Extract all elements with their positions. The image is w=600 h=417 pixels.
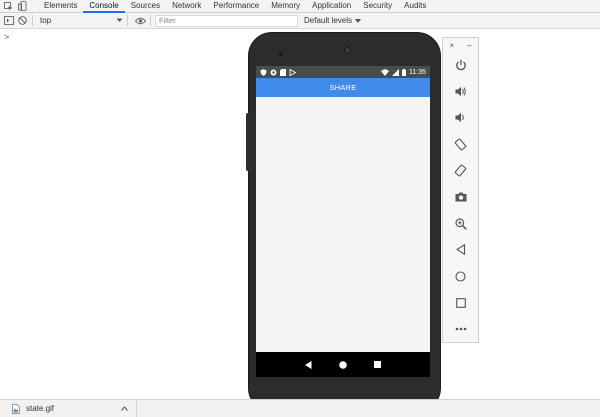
console-prompt[interactable]: > [4,32,9,42]
device-screen[interactable]: 11:35 SHARE [256,66,430,376]
chevron-down-icon [116,18,123,22]
share-label: SHARE [329,83,357,92]
tab-console[interactable]: Console [83,0,125,13]
tab-audits[interactable]: Audits [398,0,432,13]
tab-sources[interactable]: Sources [125,0,166,13]
tab-memory[interactable]: Memory [265,0,306,13]
rotate-right-icon [454,164,467,177]
emulator-control-panel: × – [442,37,479,343]
front-speaker [344,47,351,54]
play-icon [289,68,296,76]
volume-up-button[interactable] [443,78,478,104]
front-camera [279,52,283,56]
status-time: 11:35 [409,68,426,76]
tab-network[interactable]: Network [166,0,207,13]
context-selector[interactable]: top [37,16,123,25]
chevron-up-icon[interactable] [121,406,128,411]
rotate-right-button[interactable] [443,158,478,184]
volume-down-button[interactable] [443,105,478,131]
more-button[interactable] [443,316,478,342]
overview-icon [455,297,466,308]
minimize-icon[interactable]: – [467,41,471,50]
overview-button[interactable] [443,290,478,316]
share-button[interactable]: SHARE [256,78,430,97]
android-status-bar: 11:35 [256,66,430,78]
downloads-shelf: state.gif [0,399,600,417]
battery-icon [402,68,406,76]
file-icon [12,403,20,414]
signal-icon [392,68,399,76]
volume-down-icon [455,113,464,123]
levels-label: Default levels [304,16,353,25]
back-icon [455,244,465,256]
chevron-down-icon [355,18,362,23]
nav-overview-icon[interactable] [374,361,382,368]
log-levels-dropdown[interactable]: Default levels [304,16,362,25]
android-nav-bar [256,352,430,377]
home-button[interactable] [443,263,478,289]
sidebar-toggle-icon[interactable] [3,15,14,26]
clear-console-icon[interactable] [17,15,28,26]
console-toolbar: top Filter Default levels [0,13,600,29]
sync-icon [270,69,277,75]
filter-input[interactable]: Filter [155,14,298,27]
live-expression-eye-icon[interactable] [135,15,146,26]
device-toolbar-icon[interactable] [17,1,28,12]
sd-card-icon [280,68,286,76]
toolbar-divider [32,15,33,26]
download-file-name: state.gif [26,404,55,413]
nav-back-icon[interactable] [304,360,312,369]
volume-up-icon [455,86,466,97]
devtools-tab-bar: Elements Console Sources Network Perform… [0,0,600,13]
devtools-tabs: Elements Console Sources Network Perform… [38,0,432,13]
tab-elements[interactable]: Elements [38,0,83,13]
device-side-button [246,113,249,171]
toolbar-divider [150,15,151,26]
context-label: top [40,16,52,25]
zoom-icon [454,217,467,230]
back-button[interactable] [443,237,478,263]
toolbar-divider [127,15,128,26]
rotate-left-icon [454,138,467,151]
zoom-button[interactable] [443,210,478,236]
inspect-element-icon[interactable] [3,1,14,12]
power-button[interactable] [443,52,478,78]
home-icon [455,271,466,282]
download-item[interactable]: state.gif [0,399,137,417]
nav-home-icon[interactable] [339,360,347,369]
more-icon [455,327,466,331]
power-icon [455,59,466,71]
tab-performance[interactable]: Performance [207,0,265,13]
close-icon[interactable]: × [449,41,454,50]
tab-security[interactable]: Security [357,0,398,13]
rotate-left-button[interactable] [443,131,478,157]
tab-application[interactable]: Application [306,0,357,13]
screenshot-button[interactable] [443,184,478,210]
shield-icon [260,68,267,76]
camera-icon [455,192,466,202]
wifi-icon [381,68,389,76]
